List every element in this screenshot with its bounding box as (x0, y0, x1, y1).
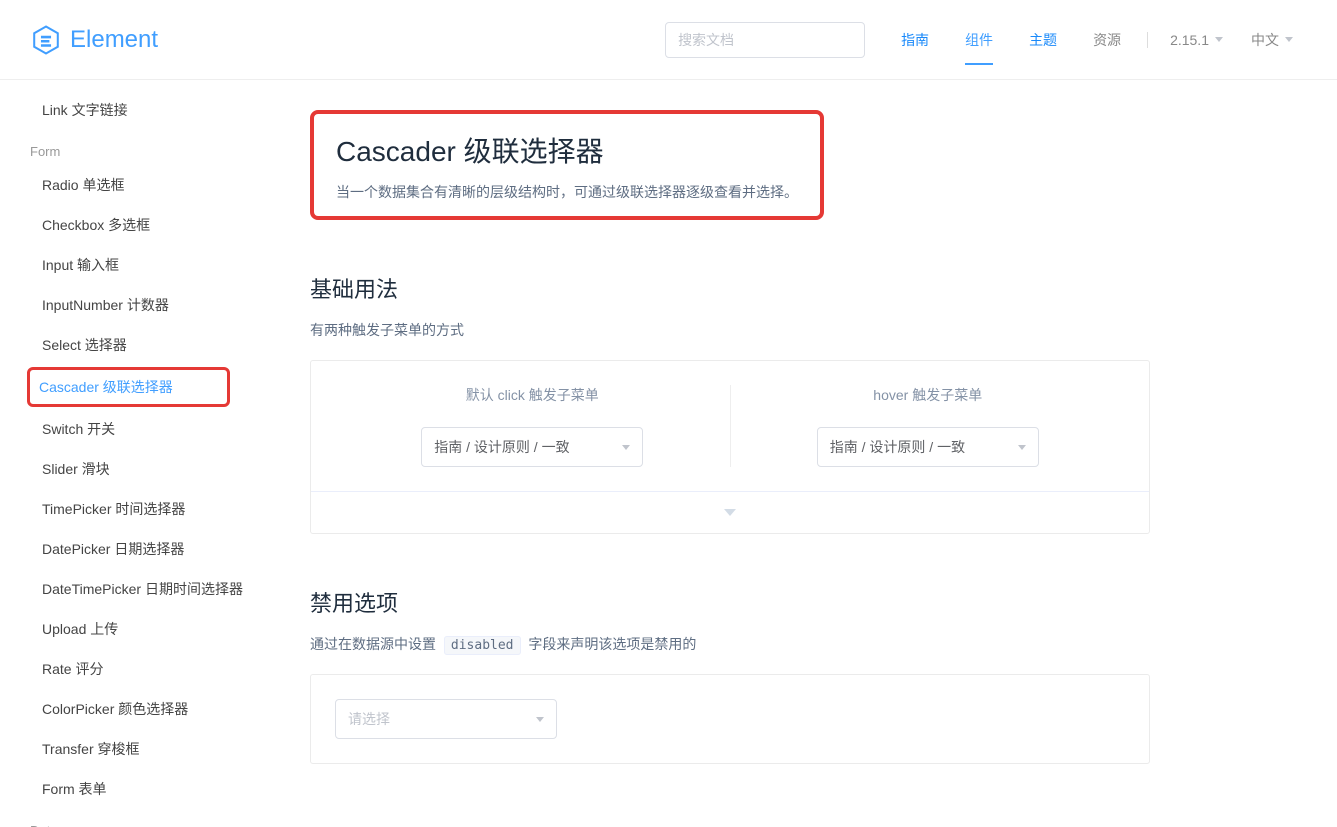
sidebar-item-checkbox[interactable]: Checkbox 多选框 (30, 205, 270, 245)
cascader-hover[interactable]: 指南 / 设计原则 / 一致 (817, 427, 1039, 467)
brand-name: Element (70, 26, 158, 54)
sidebar[interactable]: Link 文字链接 Form Radio 单选框 Checkbox 多选框 In… (0, 80, 270, 827)
header-right: 指南 组件 主题 资源 2.15.1 中文 (665, 0, 1307, 80)
page-subtitle: 当一个数据集合有清晰的层级结构时，可通过级联选择器逐级查看并选择。 (336, 182, 798, 202)
nav-resource[interactable]: 资源 (1075, 0, 1139, 80)
sub-post: 字段来声明该选项是禁用的 (528, 636, 696, 652)
element-logo-icon (30, 24, 62, 56)
sidebar-item-form[interactable]: Form 表单 (30, 769, 270, 809)
page-title: Cascader 级联选择器 (336, 130, 798, 170)
demo-col-hover: hover 触发子菜单 指南 / 设计原则 / 一致 (730, 385, 1126, 467)
layout: Link 文字链接 Form Radio 单选框 Checkbox 多选框 In… (0, 80, 1337, 827)
nav-component[interactable]: 组件 (947, 0, 1011, 80)
sidebar-category-data: Data (30, 809, 270, 827)
sidebar-item-timepicker[interactable]: TimePicker 时间选择器 (30, 489, 270, 529)
sub-code: disabled (444, 636, 521, 655)
logo[interactable]: Element (30, 24, 158, 56)
version-dropdown[interactable]: 2.15.1 (1156, 32, 1237, 48)
header: Element 指南 组件 主题 资源 2.15.1 中文 (0, 0, 1337, 80)
demo-label-hover: hover 触发子菜单 (873, 385, 982, 405)
section-basic-sub: 有两种触发子菜单的方式 (310, 320, 1150, 340)
lang-dropdown[interactable]: 中文 (1237, 30, 1307, 50)
chevron-down-icon (536, 717, 544, 722)
sidebar-item-datetimepicker[interactable]: DateTimePicker 日期时间选择器 (30, 569, 270, 609)
demo-block-basic: 默认 click 触发子菜单 指南 / 设计原则 / 一致 hover 触发子菜… (310, 360, 1150, 534)
chevron-down-icon (622, 445, 630, 450)
section-basic-title: 基础用法 (310, 272, 1150, 304)
sidebar-item-transfer[interactable]: Transfer 穿梭框 (30, 729, 270, 769)
demo-block-disabled: 请选择 (310, 674, 1150, 764)
demo-label-click: 默认 click 触发子菜单 (466, 385, 599, 405)
sidebar-item-datepicker[interactable]: DatePicker 日期选择器 (30, 529, 270, 569)
nav-theme[interactable]: 主题 (1011, 0, 1075, 80)
chevron-down-icon (1215, 37, 1223, 42)
version-label: 2.15.1 (1170, 32, 1209, 48)
demo-col-click: 默认 click 触发子菜单 指南 / 设计原则 / 一致 (335, 385, 730, 467)
sidebar-item-cascader[interactable]: Cascader 级联选择器 (27, 367, 230, 407)
page-title-highlight: Cascader 级联选择器 当一个数据集合有清晰的层级结构时，可通过级联选择器… (310, 110, 824, 220)
sidebar-item-inputnumber[interactable]: InputNumber 计数器 (30, 285, 270, 325)
sidebar-item-colorpicker[interactable]: ColorPicker 颜色选择器 (30, 689, 270, 729)
sidebar-item-input[interactable]: Input 输入框 (30, 245, 270, 285)
section-disabled-title: 禁用选项 (310, 586, 1150, 618)
chevron-down-icon (1018, 445, 1026, 450)
cascader-placeholder: 请选择 (348, 709, 390, 729)
cascader-value: 指南 / 设计原则 / 一致 (830, 437, 965, 457)
sidebar-item-upload[interactable]: Upload 上传 (30, 609, 270, 649)
demo-body: 默认 click 触发子菜单 指南 / 设计原则 / 一致 hover 触发子菜… (311, 361, 1149, 491)
cascader-disabled-demo[interactable]: 请选择 (335, 699, 557, 739)
sidebar-category-form: Form (30, 130, 270, 165)
cascader-value: 指南 / 设计原则 / 一致 (434, 437, 569, 457)
sidebar-item-link[interactable]: Link 文字链接 (30, 90, 270, 130)
lang-label: 中文 (1251, 30, 1279, 50)
sidebar-item-switch[interactable]: Switch 开关 (30, 409, 270, 449)
sub-pre: 通过在数据源中设置 (310, 636, 436, 652)
chevron-down-icon (1285, 37, 1293, 42)
nav-guide[interactable]: 指南 (883, 0, 947, 80)
sidebar-item-rate[interactable]: Rate 评分 (30, 649, 270, 689)
main-content: Cascader 级联选择器 当一个数据集合有清晰的层级结构时，可通过级联选择器… (270, 80, 1190, 827)
cascader-click[interactable]: 指南 / 设计原则 / 一致 (421, 427, 643, 467)
sidebar-item-slider[interactable]: Slider 滑块 (30, 449, 270, 489)
sidebar-item-select[interactable]: Select 选择器 (30, 325, 270, 365)
section-disabled-sub: 通过在数据源中设置 disabled 字段来声明该选项是禁用的 (310, 634, 1150, 654)
sidebar-item-radio[interactable]: Radio 单选框 (30, 165, 270, 205)
caret-down-icon (724, 509, 736, 516)
search-input[interactable] (665, 22, 865, 58)
demo-body: 请选择 (311, 675, 1149, 763)
separator (1147, 32, 1148, 48)
demo-expand-toggle[interactable] (311, 491, 1149, 533)
